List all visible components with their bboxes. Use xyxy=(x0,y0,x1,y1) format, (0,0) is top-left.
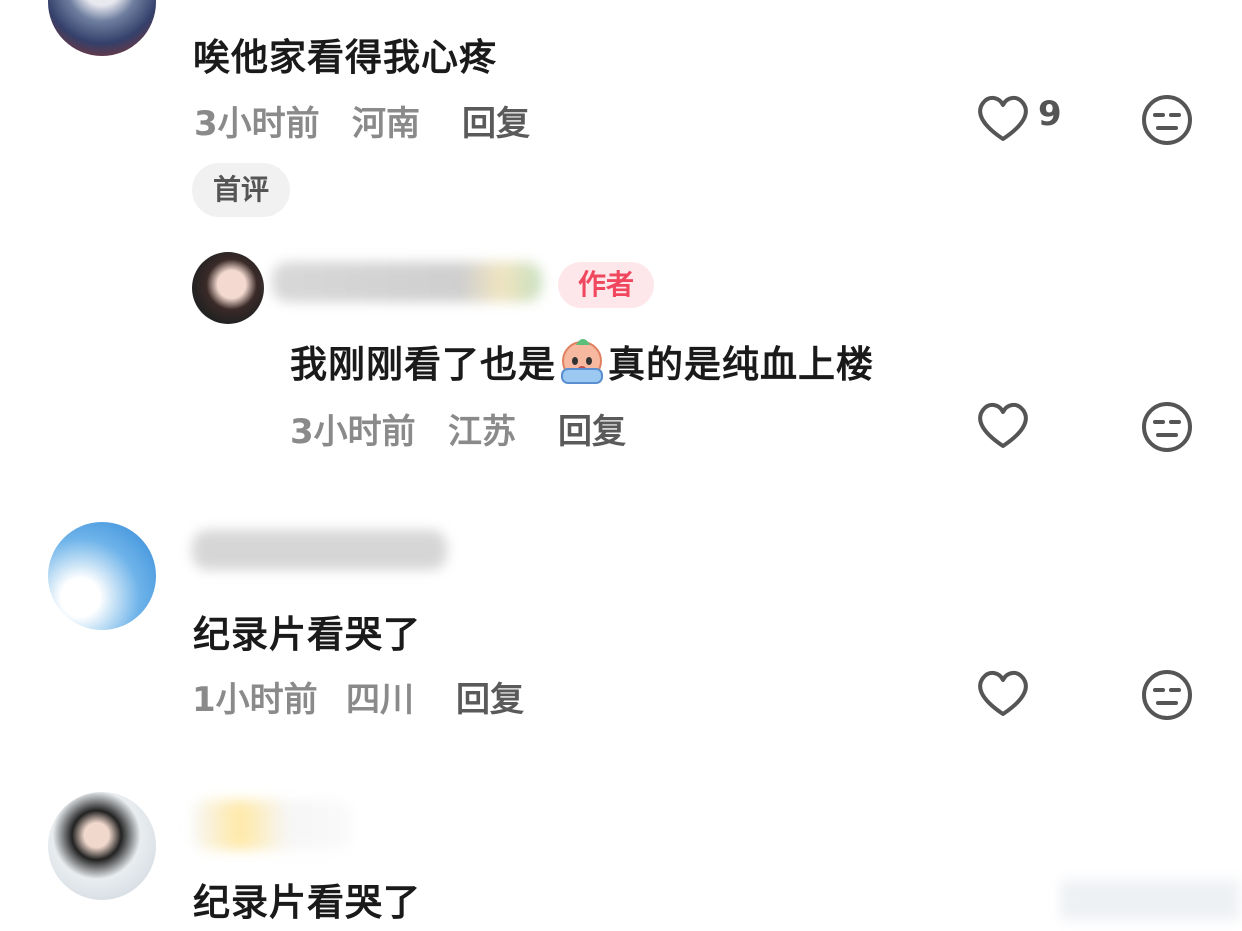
comment-text: 纪录片看哭了 xyxy=(193,881,421,924)
reply-button[interactable]: 回复 xyxy=(558,404,626,453)
like-count: 9 xyxy=(1038,94,1062,134)
author-badge: 作者 xyxy=(558,262,654,308)
comment-text: 我刚刚看了也是 真的是纯血上楼 xyxy=(290,334,874,388)
comment-time: 1小时前 xyxy=(192,680,318,720)
comment-text-part: 我刚刚看了也是 xyxy=(290,343,556,386)
heart-icon[interactable] xyxy=(975,93,1031,143)
username-blurred xyxy=(192,800,352,850)
comment-location: 江苏 xyxy=(448,412,516,452)
username-blurred xyxy=(272,262,542,302)
comment-location: 河南 xyxy=(352,104,420,144)
watermark-blurred xyxy=(1060,880,1240,920)
reply-button[interactable]: 回复 xyxy=(456,672,524,721)
comment-text: 唉他家看得我心疼 xyxy=(193,36,497,79)
comment-text-part: 真的是纯血上楼 xyxy=(608,343,874,386)
reply-button[interactable]: 回复 xyxy=(462,96,530,145)
heart-icon[interactable] xyxy=(975,400,1031,450)
unamused-face-icon[interactable] xyxy=(1140,93,1194,147)
heart-icon[interactable] xyxy=(975,668,1031,718)
comment-time: 3小时前 xyxy=(194,104,320,144)
avatar[interactable] xyxy=(48,0,156,56)
unamused-face-icon[interactable] xyxy=(1140,400,1194,454)
comment-time: 3小时前 xyxy=(290,412,416,452)
first-comment-badge: 首评 xyxy=(192,163,290,217)
comment-text: 纪录片看哭了 xyxy=(193,613,421,656)
unamused-face-icon[interactable] xyxy=(1140,668,1194,722)
username-blurred xyxy=(192,530,447,570)
comment-location: 四川 xyxy=(346,680,414,720)
crying-emoji-icon xyxy=(556,337,608,387)
avatar[interactable] xyxy=(48,792,156,900)
avatar[interactable] xyxy=(48,522,156,630)
avatar[interactable] xyxy=(192,252,264,324)
